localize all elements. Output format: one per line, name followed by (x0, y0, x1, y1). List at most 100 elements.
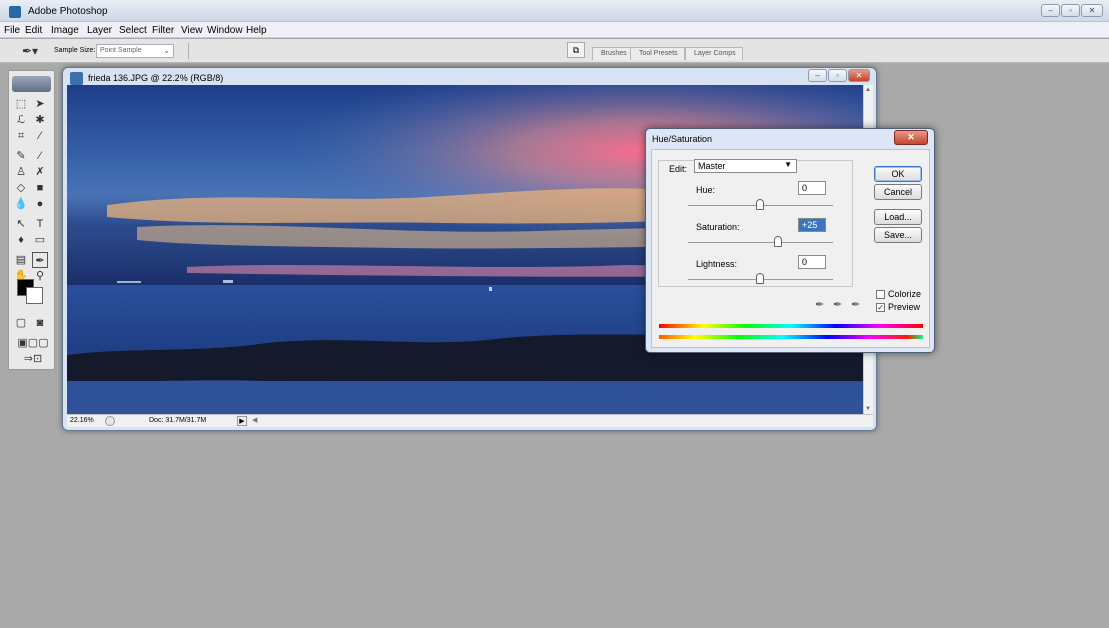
lasso-tool-icon[interactable]: ℒ (13, 112, 29, 128)
sample-size-select[interactable]: Point Sample ⌄ (96, 44, 174, 58)
minimize-button[interactable]: – (1041, 4, 1060, 17)
dialog-body: Edit: Master ▼ Hue: 0 Saturation: +25 Li… (651, 149, 930, 348)
output-hue-bar (659, 335, 923, 339)
sample-size-label: Sample Size: (54, 47, 96, 54)
edit-channel-value: Master (698, 161, 726, 171)
document-title: frieda 136.JPG @ 22.2% (RGB/8) (88, 73, 224, 83)
chevron-down-icon: ▼ (784, 160, 792, 169)
hue-input[interactable]: 0 (798, 181, 826, 195)
blur-tool-icon[interactable]: 💧 (13, 196, 29, 212)
options-bar: ✒▾ Sample Size: Point Sample ⌄ ⧉ Brushes… (0, 39, 1109, 63)
quick-mask-icon[interactable]: ◙ (32, 315, 48, 331)
screen-mode-icons[interactable]: ▣▢▢ (13, 335, 53, 351)
doc-close-button[interactable]: ✕ (848, 69, 870, 82)
document-icon (70, 72, 83, 85)
sample-size-value: Point Sample (100, 47, 142, 54)
brush-tool-icon[interactable]: ⁄ (32, 148, 48, 164)
input-hue-bar (659, 324, 923, 328)
saturation-slider-thumb[interactable] (774, 236, 782, 247)
menu-bar: File Edit Image Layer Select Filter View… (0, 22, 1109, 38)
marquee-tool-icon[interactable]: ⬚ (13, 96, 29, 112)
menu-help[interactable]: Help (246, 25, 267, 36)
saturation-input[interactable]: +25 (798, 218, 826, 232)
cancel-button[interactable]: Cancel (874, 184, 922, 200)
document-window-controls: – ▫ ✕ (807, 69, 870, 83)
slice-tool-icon[interactable]: ⁄ (32, 128, 48, 144)
doc-minimize-button[interactable]: – (808, 69, 827, 82)
shape-tool-icon[interactable]: ▭ (32, 232, 48, 248)
hue-label: Hue: (696, 185, 716, 195)
standard-mode-icon[interactable]: ▢ (13, 315, 29, 331)
colorize-label: Colorize (888, 289, 922, 299)
menu-file[interactable]: File (4, 25, 20, 36)
eyedropper-tool-icon[interactable]: ✒ (32, 252, 48, 268)
menu-select[interactable]: Select (119, 25, 147, 36)
eraser-tool-icon[interactable]: ◇ (13, 180, 29, 196)
lightness-input[interactable]: 0 (798, 255, 826, 269)
menu-image[interactable]: Image (51, 25, 79, 36)
history-brush-tool-icon[interactable]: ✗ (32, 164, 48, 180)
tab-brushes[interactable]: Brushes (592, 47, 634, 60)
colorize-checkbox[interactable] (876, 290, 885, 299)
zoom-level[interactable]: 22.16% (70, 417, 100, 424)
app-window-controls: – ▫ ✕ (1040, 4, 1103, 18)
eyedropper-icon[interactable]: ✒▾ (22, 44, 38, 58)
menu-window[interactable]: Window (207, 25, 243, 36)
dodge-tool-icon[interactable]: ● (32, 196, 48, 212)
scroll-down-icon[interactable]: ▼ (865, 406, 871, 412)
app-title-bar: Adobe Photoshop – ▫ ✕ (0, 0, 1109, 22)
edit-label: Edit: (669, 164, 688, 174)
lightness-label: Lightness: (696, 259, 738, 269)
saturation-slider-track[interactable] (688, 242, 833, 243)
tab-layer-comps[interactable]: Layer Comps (685, 47, 743, 60)
doc-maximize-button[interactable]: ▫ (828, 69, 847, 82)
hue-saturation-dialog: Hue/Saturation ✕ Edit: Master ▼ Hue: 0 S… (645, 128, 935, 353)
zoom-preview-icon[interactable] (105, 416, 115, 426)
background-color-swatch[interactable] (26, 287, 43, 304)
gradient-tool-icon[interactable]: ■ (32, 180, 48, 196)
close-button[interactable]: ✕ (1081, 4, 1103, 17)
document-status-bar: 22.16% Doc: 31.7M/31.7M ▶ ◀ (67, 414, 873, 427)
save-button[interactable]: Save... (874, 227, 922, 243)
saturation-label: Saturation: (696, 222, 740, 232)
photoshop-feather-icon[interactable] (12, 76, 51, 92)
move-tool-icon[interactable]: ➤ (32, 96, 48, 112)
doc-size-info: Doc: 31.7M/31.7M (149, 417, 207, 424)
notes-tool-icon[interactable]: ▤ (13, 252, 29, 268)
status-menu-arrow-icon[interactable]: ▶ (237, 416, 247, 426)
eyedropper-plus-icon[interactable]: ✒ (833, 298, 842, 311)
hue-slider-thumb[interactable] (756, 199, 764, 210)
healing-brush-tool-icon[interactable]: ✎ (13, 148, 29, 164)
lightness-slider-thumb[interactable] (756, 273, 764, 284)
ok-button[interactable]: OK (874, 166, 922, 182)
menu-layer[interactable]: Layer (87, 25, 112, 36)
options-divider (188, 43, 189, 59)
toolbox: ⬚ ➤ ℒ ✱ ⌗ ⁄ ✎ ⁄ ♙ ✗ ◇ ■ 💧 ● ↖ T ♦ ▭ ▤ ✒ … (8, 70, 55, 370)
type-tool-icon[interactable]: T (32, 216, 48, 232)
dialog-title: Hue/Saturation (652, 134, 713, 144)
menu-view[interactable]: View (181, 25, 203, 36)
magic-wand-tool-icon[interactable]: ✱ (32, 112, 48, 128)
menu-filter[interactable]: Filter (152, 25, 174, 36)
eyedropper-minus-icon[interactable]: ✒ (851, 298, 860, 311)
edit-channel-select[interactable]: Master ▼ (694, 159, 797, 173)
zoom-tool-icon[interactable]: ⚲ (32, 268, 48, 284)
clone-stamp-tool-icon[interactable]: ♙ (13, 164, 29, 180)
dialog-close-button[interactable]: ✕ (894, 130, 928, 145)
path-selection-tool-icon[interactable]: ↖ (13, 216, 29, 232)
pen-tool-icon[interactable]: ♦ (13, 232, 29, 248)
preview-checkbox[interactable]: ✓ (876, 303, 885, 312)
eyedropper-icon[interactable]: ✒ (815, 298, 824, 311)
chevron-down-icon: ⌄ (163, 46, 170, 55)
menu-edit[interactable]: Edit (25, 25, 42, 36)
palette-well-icon[interactable]: ⧉ (567, 42, 585, 58)
scroll-left-icon[interactable]: ◀ (252, 416, 257, 424)
tab-tool-presets[interactable]: Tool Presets (630, 47, 685, 60)
app-title: Adobe Photoshop (28, 6, 108, 17)
jump-to-imageready-icon[interactable]: ⇒⊡ (13, 351, 53, 367)
photoshop-app-icon (9, 6, 21, 18)
crop-tool-icon[interactable]: ⌗ (13, 128, 29, 144)
maximize-button[interactable]: ▫ (1061, 4, 1080, 17)
scroll-up-icon[interactable]: ▲ (865, 87, 871, 93)
load-button[interactable]: Load... (874, 209, 922, 225)
